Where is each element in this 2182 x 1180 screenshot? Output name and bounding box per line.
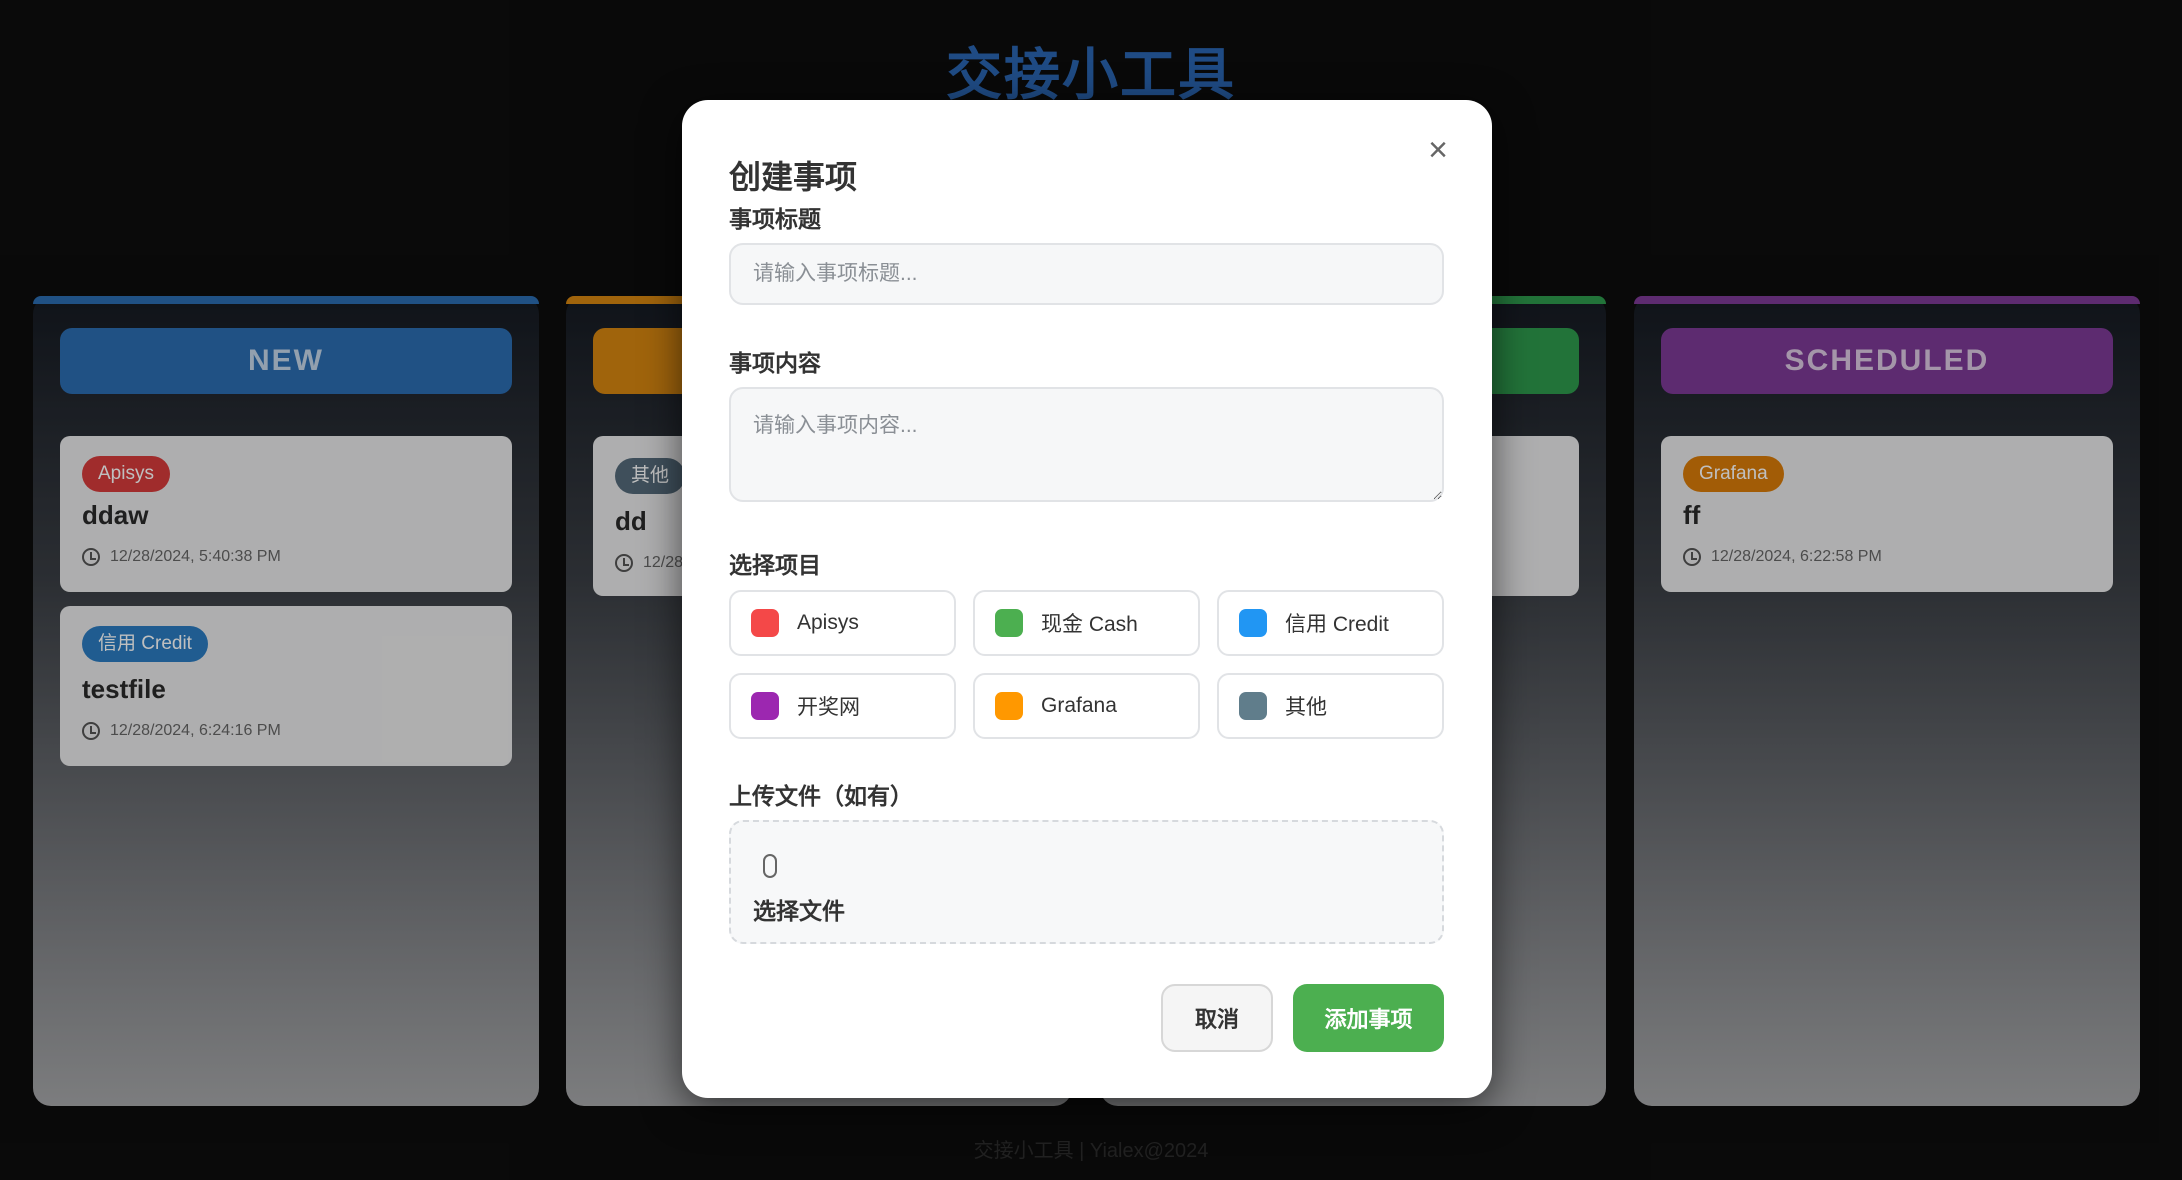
task-content-label: 事项内容: [729, 350, 821, 376]
project-option-label: 其他: [1285, 696, 1327, 719]
task-content-textarea[interactable]: [729, 387, 1444, 502]
project-color-swatch: [751, 609, 779, 637]
project-select-label: 选择项目: [729, 552, 821, 578]
project-color-swatch: [1239, 609, 1267, 637]
task-title-label: 事项标题: [729, 206, 821, 232]
file-upload-area[interactable]: 选择文件: [729, 820, 1444, 944]
upload-label: 上传文件（如有）: [729, 783, 913, 809]
project-option-label: Grafana: [1041, 694, 1117, 717]
project-option-apisys[interactable]: Apisys: [729, 590, 956, 656]
project-option-lottery[interactable]: 开奖网: [729, 673, 956, 739]
project-option-grafana[interactable]: Grafana: [973, 673, 1200, 739]
cancel-button[interactable]: 取消: [1161, 984, 1273, 1052]
project-option-label: 现金 Cash: [1041, 613, 1138, 636]
project-color-swatch: [1239, 692, 1267, 720]
project-color-swatch: [995, 609, 1023, 637]
project-option-label: 开奖网: [797, 696, 860, 719]
project-color-swatch: [995, 692, 1023, 720]
project-option-other[interactable]: 其他: [1217, 673, 1444, 739]
paperclip-icon: [763, 854, 777, 878]
task-title-input[interactable]: [729, 243, 1444, 305]
project-option-credit[interactable]: 信用 Credit: [1217, 590, 1444, 656]
modal-title: 创建事项: [729, 159, 858, 195]
upload-button-text: 选择文件: [753, 898, 845, 924]
project-option-label: Apisys: [797, 611, 859, 634]
close-icon[interactable]: ×: [1420, 132, 1456, 168]
project-option-cash[interactable]: 现金 Cash: [973, 590, 1200, 656]
project-option-label: 信用 Credit: [1285, 613, 1389, 636]
project-color-swatch: [751, 692, 779, 720]
create-task-modal: × 创建事项 事项标题 事项内容 选择项目 Apisys 现金 Cash 信用 …: [682, 100, 1492, 1098]
add-task-button[interactable]: 添加事项: [1293, 984, 1444, 1052]
